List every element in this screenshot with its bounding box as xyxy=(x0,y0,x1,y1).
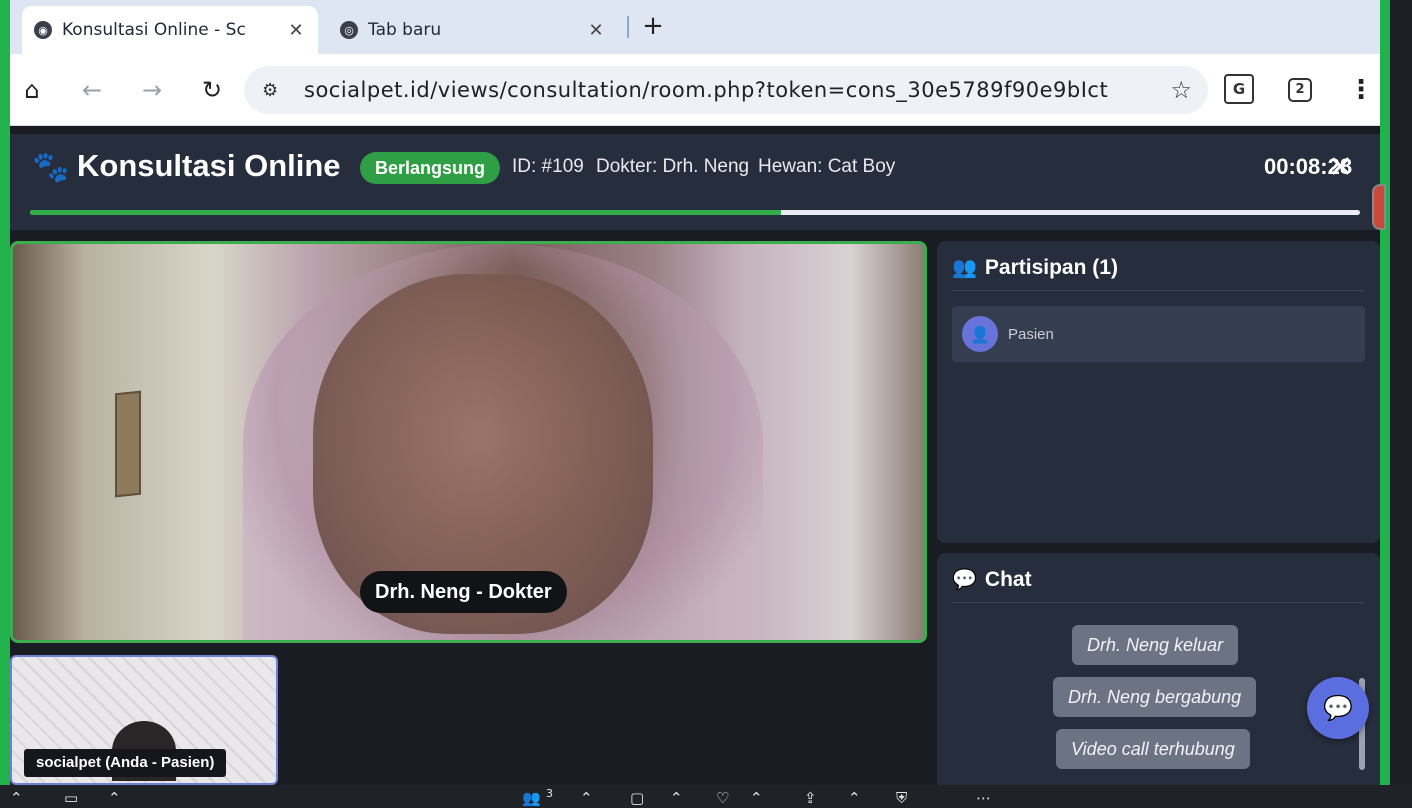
paw-icon: 🐾 xyxy=(32,150,70,185)
session-progress xyxy=(30,210,1360,215)
divider xyxy=(952,602,1364,603)
local-video-label: socialpet (Anda - Pasien) xyxy=(24,749,227,777)
divider xyxy=(952,290,1364,291)
chevron-up-icon[interactable]: ⌃ xyxy=(108,789,121,807)
forward-icon[interactable]: → xyxy=(134,72,170,108)
session-progress-fill xyxy=(30,210,782,215)
url-text[interactable]: socialpet.id/views/consultation/room.php… xyxy=(304,78,1144,102)
pet-name: Hewan: Cat Boy xyxy=(758,156,896,177)
site-settings-icon[interactable]: ⚙ xyxy=(262,80,288,101)
list-item: 👤 Pasien xyxy=(952,306,1365,362)
remote-video-label: Drh. Neng - Dokter xyxy=(360,571,567,613)
reload-icon[interactable]: ↻ xyxy=(194,72,230,108)
browser-tab-bar: ◉ Konsultasi Online - Sc ✕ ◎ Tab baru ✕ … xyxy=(10,0,1380,54)
local-video: socialpet (Anda - Pasien) xyxy=(10,655,278,785)
browser-toolbar: ⌂ ← → ↻ ⚙ socialpet.id/views/consultatio… xyxy=(10,54,1380,126)
chevron-up-icon[interactable]: ⌃ xyxy=(848,789,861,807)
participants-title-text: Partisipan (1) xyxy=(984,255,1118,279)
system-message: Drh. Neng bergabung xyxy=(1053,677,1257,717)
chat-panel: 💬 Chat Drh. Neng keluar Drh. Neng bergab… xyxy=(937,553,1380,793)
system-message: Drh. Neng keluar xyxy=(1072,625,1239,665)
more-icon[interactable]: ⋯ xyxy=(976,789,991,807)
tab-separator xyxy=(627,16,629,38)
tab-title: Tab baru xyxy=(368,20,442,40)
screen-share-border-left xyxy=(0,0,10,785)
users-icon: 👥 xyxy=(952,257,977,279)
new-tab-button[interactable]: + xyxy=(638,12,668,42)
meeting-taskbar: ⌃ ▭ ⌃ 👥 3 ⌃ ▢ ⌃ ♡ ⌃ ⇪ ⌃ ⛨ ⋯ xyxy=(0,785,1412,808)
chevron-up-icon[interactable]: ⌃ xyxy=(580,789,593,807)
close-icon[interactable]: ✕ xyxy=(586,20,606,41)
user-icon: 👤 xyxy=(962,316,998,352)
heart-icon[interactable]: ♡ xyxy=(716,789,729,807)
share-icon[interactable]: ⇪ xyxy=(804,789,817,807)
bookmark-star-icon[interactable]: ☆ xyxy=(1170,76,1192,104)
system-message: Video call terhubung xyxy=(1056,729,1250,769)
consultation-id: ID: #109 xyxy=(512,156,584,177)
home-icon[interactable]: ⌂ xyxy=(14,72,50,108)
chat-fab-button[interactable]: 💬 xyxy=(1307,677,1369,739)
chevron-up-icon[interactable]: ⌃ xyxy=(670,789,683,807)
chevron-up-icon[interactable]: ⌃ xyxy=(750,789,763,807)
back-icon[interactable]: ← xyxy=(74,72,110,108)
translate-icon[interactable]: G xyxy=(1224,74,1254,104)
participant-name: Pasien xyxy=(1008,325,1054,343)
status-badge: Berlangsung xyxy=(360,152,501,184)
chat-title-text: Chat xyxy=(984,567,1032,591)
screen-share-border-right xyxy=(1380,0,1390,785)
room-header: 🐾 Konsultasi Online Berlangsung ID: #109… xyxy=(10,134,1386,230)
right-strip xyxy=(1390,0,1412,785)
chevron-up-icon[interactable]: ⌃ xyxy=(10,789,23,807)
wall-picture xyxy=(115,390,141,498)
doctor-name: Dokter: Drh. Neng xyxy=(596,156,750,177)
chrome-icon: ◎ xyxy=(340,21,358,39)
consultation-app: 🐾 Konsultasi Online Berlangsung ID: #109… xyxy=(10,126,1386,793)
tab-count-button[interactable]: 2 xyxy=(1288,78,1312,102)
screen: ◉ Konsultasi Online - Sc ✕ ◎ Tab baru ✕ … xyxy=(0,0,1412,808)
comments-icon: 💬 xyxy=(952,569,977,591)
page-title: Konsultasi Online xyxy=(77,148,341,183)
camera-icon[interactable]: ▭ xyxy=(64,789,78,807)
tab-new[interactable]: ◎ Tab baru ✕ xyxy=(328,6,618,54)
address-bar[interactable]: ⚙ socialpet.id/views/consultation/room.p… xyxy=(244,66,1208,114)
tab-title: Konsultasi Online - Sc xyxy=(62,20,246,40)
close-icon[interactable]: ✕ xyxy=(286,20,306,41)
menu-kebab-icon[interactable]: ⋮ xyxy=(1348,72,1374,108)
participants-title: 👥 Partisipan (1) xyxy=(952,255,1118,280)
globe-icon: ◉ xyxy=(34,21,52,39)
shield-icon[interactable]: ⛨ xyxy=(896,789,907,807)
people-count: 3 xyxy=(546,787,553,800)
chat-icon[interactable]: ▢ xyxy=(630,789,644,807)
comments-icon: 💬 xyxy=(1323,694,1353,722)
chat-title: 💬 Chat xyxy=(952,567,1032,592)
participants-panel: 👥 Partisipan (1) 👤 Pasien xyxy=(937,241,1380,543)
people-icon[interactable]: 👥 xyxy=(522,789,541,807)
remote-video: Drh. Neng - Dokter xyxy=(10,241,927,643)
close-icon[interactable]: ✕ xyxy=(1328,150,1353,185)
tab-konsultasi[interactable]: ◉ Konsultasi Online - Sc ✕ xyxy=(22,6,318,54)
avatar xyxy=(1372,184,1386,230)
